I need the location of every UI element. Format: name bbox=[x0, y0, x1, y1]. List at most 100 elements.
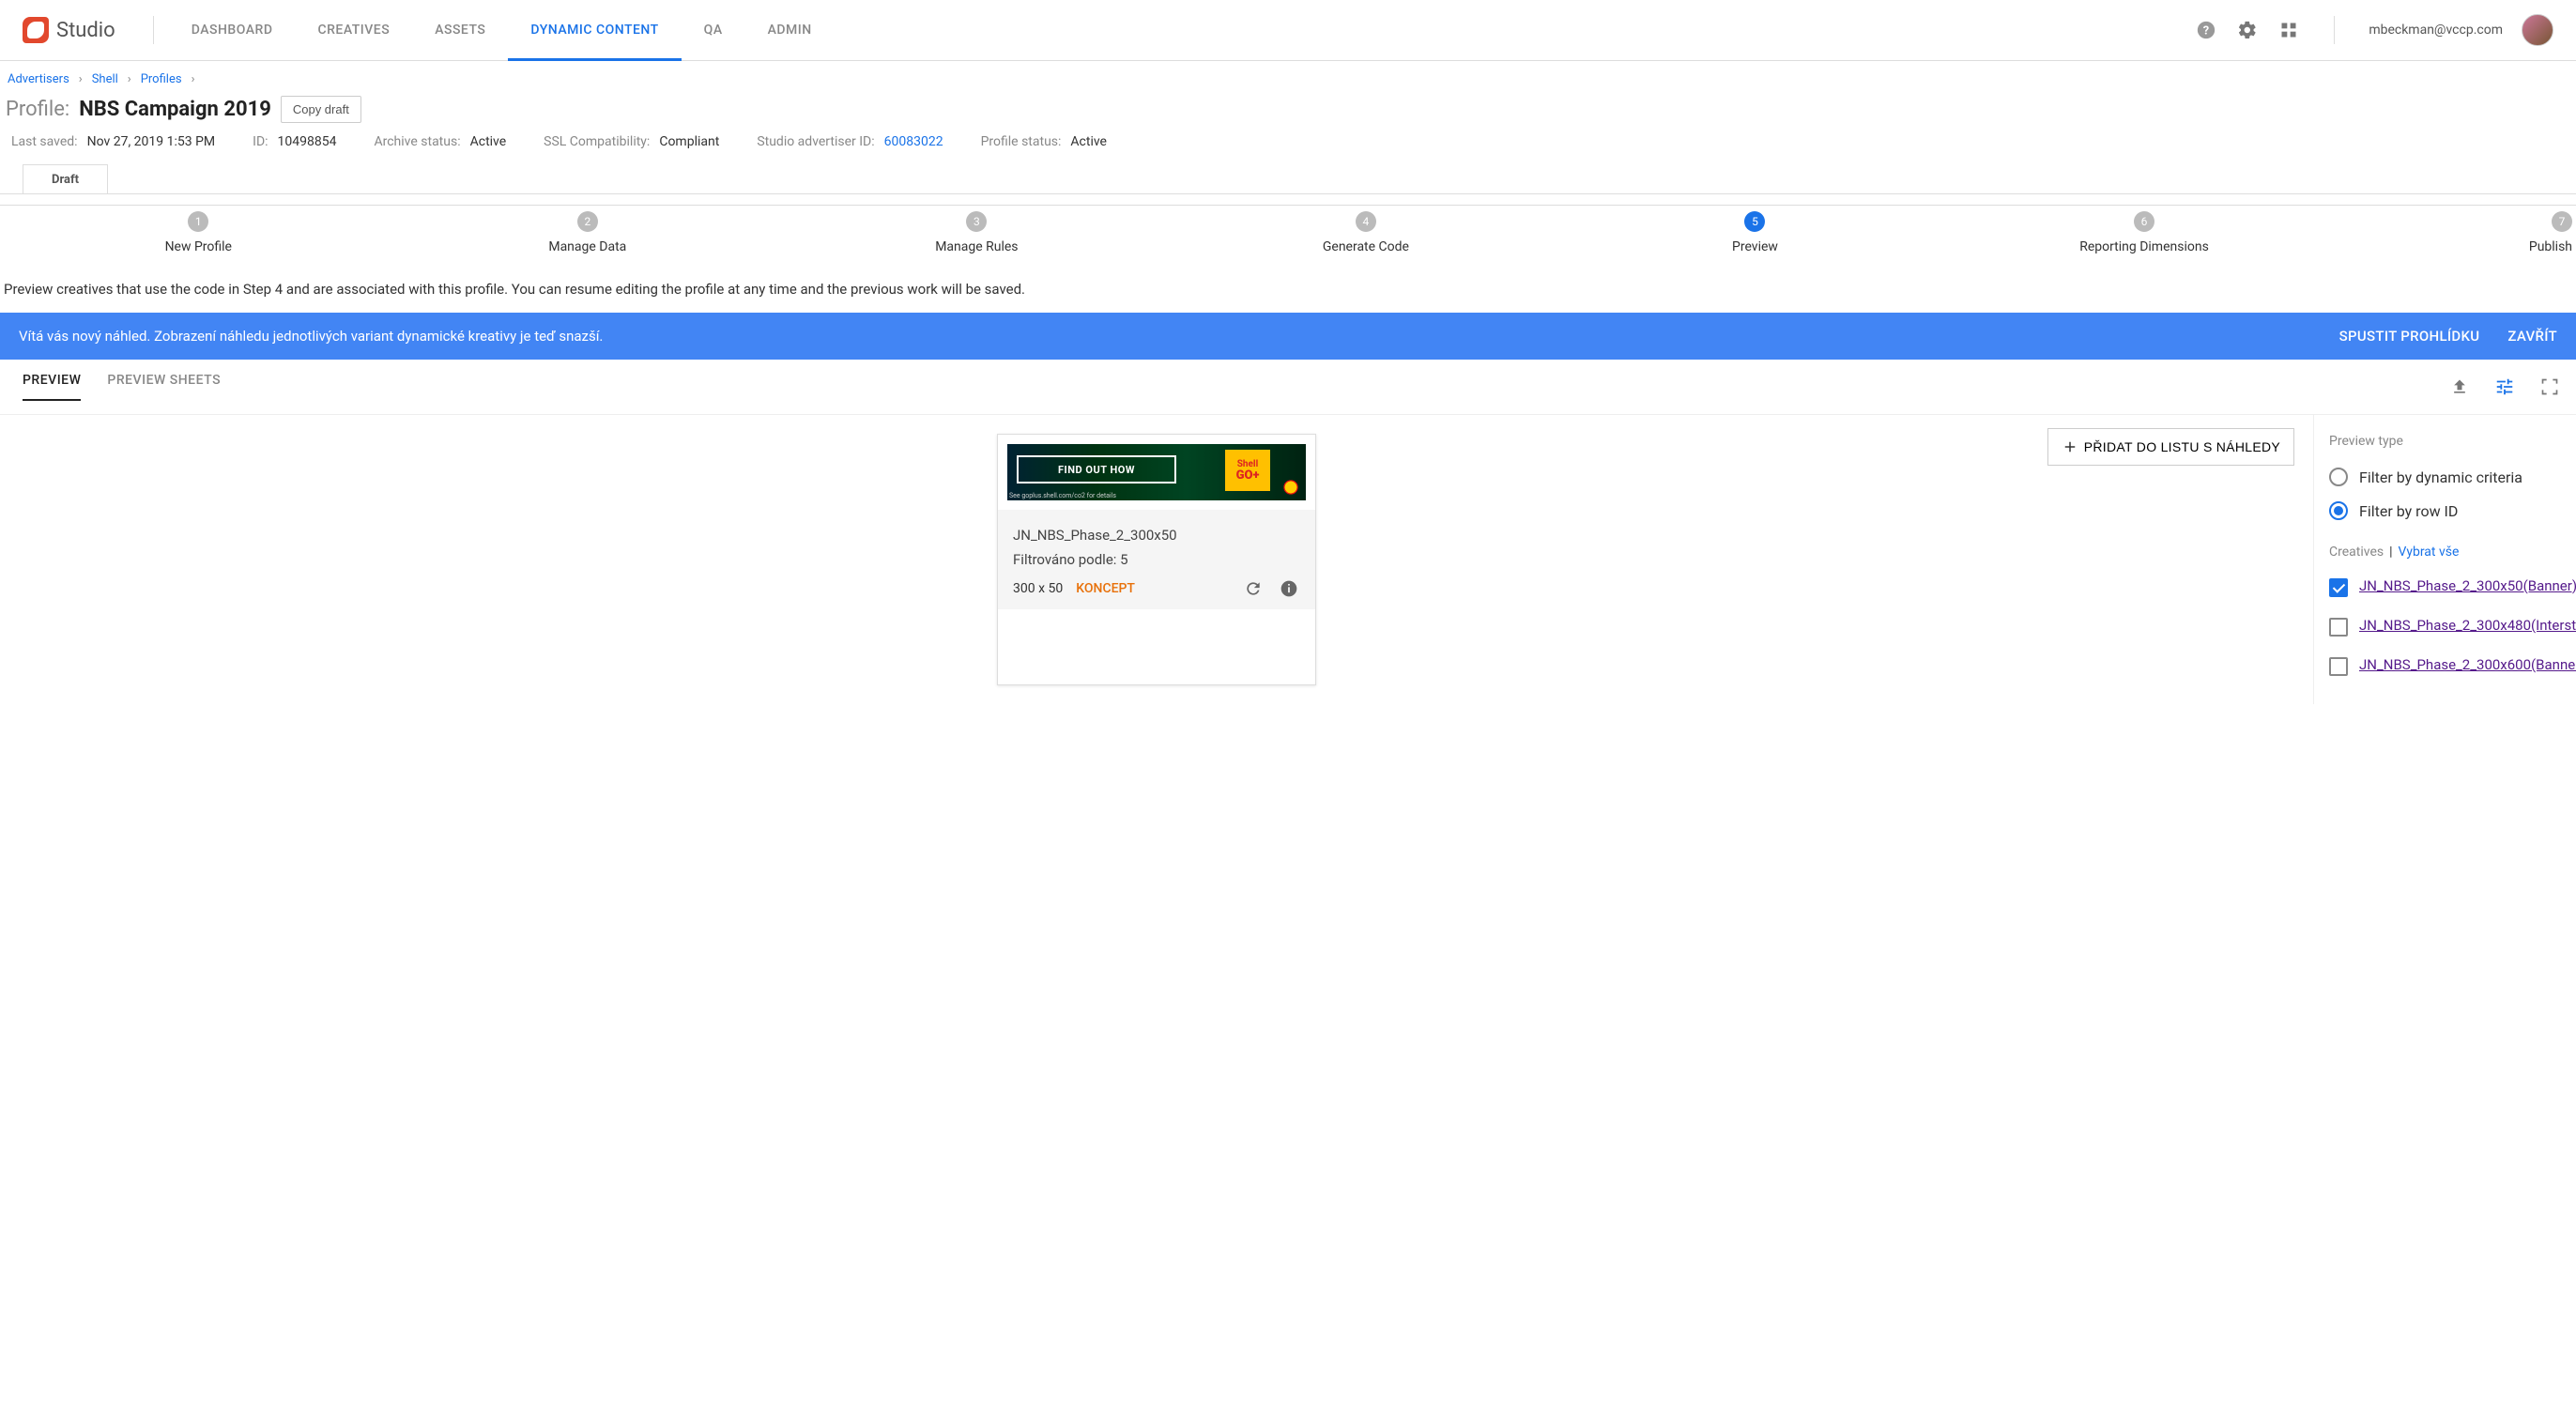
subtab-preview[interactable]: PREVIEW bbox=[23, 373, 81, 401]
profile-label: Profile: bbox=[6, 98, 69, 121]
svg-text:?: ? bbox=[2203, 24, 2209, 38]
preview-type-label: Preview type bbox=[2329, 434, 2565, 449]
checkbox[interactable] bbox=[2329, 618, 2348, 637]
content: PŘIDAT DO LISTU S NÁHLEDY FIND OUT HOW S… bbox=[0, 415, 2576, 704]
advertiser-id-link[interactable]: 60083022 bbox=[884, 134, 943, 149]
add-button-label: PŘIDAT DO LISTU S NÁHLEDY bbox=[2084, 439, 2280, 454]
advertiser-id-label: Studio advertiser ID: bbox=[757, 134, 874, 149]
step-preview[interactable]: 5Preview bbox=[1560, 211, 1950, 254]
tab-creatives[interactable]: CREATIVES bbox=[295, 0, 412, 60]
user-email[interactable]: mbeckman@vccp.com bbox=[2369, 23, 2503, 38]
creative-checkbox-row: JN_NBS_Phase_2_300x480(Interstitial) bbox=[2329, 606, 2565, 646]
last-saved-value: Nov 27, 2019 1:53 PM bbox=[87, 134, 216, 149]
chevron-right-icon: › bbox=[128, 72, 131, 86]
nav-tabs: DASHBOARD CREATIVES ASSETS DYNAMIC CONTE… bbox=[169, 0, 835, 60]
radio-icon bbox=[2329, 501, 2348, 520]
draft-tab[interactable]: Draft bbox=[23, 164, 108, 194]
gear-icon[interactable] bbox=[2236, 19, 2259, 41]
subtabs-row: PREVIEW PREVIEW SHEETS bbox=[0, 360, 2576, 415]
tab-assets[interactable]: ASSETS bbox=[412, 0, 508, 60]
creative-link[interactable]: JN_NBS_Phase_2_300x600(Banner) bbox=[2359, 655, 2576, 675]
creative-cta: FIND OUT HOW bbox=[1017, 455, 1176, 483]
step-reporting[interactable]: 6Reporting Dimensions bbox=[1950, 211, 2339, 254]
radio-filter-dynamic[interactable]: Filter by dynamic criteria bbox=[2329, 460, 2565, 494]
tab-dynamic-content[interactable]: DYNAMIC CONTENT bbox=[508, 0, 681, 60]
chevron-right-icon: › bbox=[192, 72, 195, 86]
nav-right: ? mbeckman@vccp.com bbox=[2195, 14, 2553, 46]
meta-row: Last saved: Nov 27, 2019 1:53 PM ID: 10498… bbox=[4, 123, 2572, 164]
creatives-label: Creatives bbox=[2329, 545, 2384, 560]
brand-name: Studio bbox=[56, 19, 115, 42]
tune-icon[interactable] bbox=[2493, 376, 2516, 398]
checkbox[interactable] bbox=[2329, 657, 2348, 676]
close-banner-button[interactable]: ZAVŘÍT bbox=[2507, 328, 2557, 345]
apps-icon[interactable] bbox=[2277, 19, 2300, 41]
logo[interactable]: Studio bbox=[23, 17, 138, 43]
subtab-preview-sheets[interactable]: PREVIEW SHEETS bbox=[107, 373, 221, 401]
add-to-preview-list-button[interactable]: PŘIDAT DO LISTU S NÁHLEDY bbox=[2047, 428, 2294, 466]
tab-dashboard[interactable]: DASHBOARD bbox=[169, 0, 296, 60]
creative-card-body: JN_NBS_Phase_2_300x50 Filtrováno podle: … bbox=[998, 510, 1315, 609]
creative-checkbox-row: JN_NBS_Phase_2_300x50(Banner) bbox=[2329, 567, 2565, 606]
tab-admin[interactable]: ADMIN bbox=[745, 0, 835, 60]
radio-icon bbox=[2329, 468, 2348, 486]
side-panel: Preview type Filter by dynamic criteria … bbox=[2313, 415, 2576, 704]
creative-link[interactable]: JN_NBS_Phase_2_300x50(Banner) bbox=[2359, 576, 2576, 596]
chevron-right-icon: › bbox=[79, 72, 83, 86]
creative-card: FIND OUT HOW ShellGO+ See goplus.shell.c… bbox=[997, 434, 1316, 685]
fullscreen-icon[interactable] bbox=[2538, 376, 2561, 398]
creative-checkbox-row: JN_NBS_Phase_2_300x600(Banner) bbox=[2329, 646, 2565, 685]
step-manage-data[interactable]: 2Manage Data bbox=[393, 211, 783, 254]
breadcrumb-profiles[interactable]: Profiles bbox=[141, 72, 182, 86]
copy-draft-button[interactable]: Copy draft bbox=[281, 96, 361, 123]
archive-value: Active bbox=[470, 134, 507, 149]
creative-status: KONCEPT bbox=[1076, 581, 1135, 596]
tour-banner: Vítá vás nový náhled. Zobrazení náhledu … bbox=[0, 313, 2576, 360]
title-row: Profile: NBS Campaign 2019 Copy draft bbox=[4, 96, 2572, 123]
info-icon[interactable] bbox=[1278, 577, 1300, 600]
step-new-profile[interactable]: 1New Profile bbox=[4, 211, 393, 254]
breadcrumb-advertisers[interactable]: Advertisers bbox=[8, 72, 69, 86]
last-saved-label: Last saved: bbox=[11, 134, 78, 149]
studio-logo-icon bbox=[23, 17, 49, 43]
breadcrumb: Advertisers › Shell › Profiles › bbox=[4, 69, 2572, 96]
page-header: Advertisers › Shell › Profiles › Profile: N… bbox=[0, 61, 2576, 164]
select-all-link[interactable]: Vybrat vše bbox=[2399, 545, 2460, 560]
step-line bbox=[0, 205, 2576, 206]
ssl-label: SSL Compatibility: bbox=[544, 134, 650, 149]
id-value: 10498854 bbox=[278, 134, 337, 149]
step-publish[interactable]: 7Publish bbox=[2338, 211, 2572, 254]
creative-link[interactable]: JN_NBS_Phase_2_300x480(Interstitial) bbox=[2359, 616, 2576, 636]
radio-filter-rowid[interactable]: Filter by row ID bbox=[2329, 494, 2565, 528]
step-generate-code[interactable]: 4Generate Code bbox=[1172, 211, 1561, 254]
creative-preview-image[interactable]: FIND OUT HOW ShellGO+ See goplus.shell.c… bbox=[1007, 444, 1306, 500]
creative-fineprint: See goplus.shell.com/co2 for details bbox=[1009, 492, 1116, 499]
top-nav: Studio DASHBOARD CREATIVES ASSETS DYNAMI… bbox=[0, 0, 2576, 61]
stepper: 1New Profile 2Manage Data 3Manage Rules … bbox=[0, 194, 2576, 264]
profile-status-label: Profile status: bbox=[981, 134, 1062, 149]
creative-size: 300 x 50 bbox=[1013, 581, 1063, 596]
checkbox[interactable] bbox=[2329, 578, 2348, 597]
creative-filter-line: Filtrováno podle: 5 bbox=[1013, 547, 1300, 572]
step-manage-rules[interactable]: 3Manage Rules bbox=[782, 211, 1172, 254]
preview-area: PŘIDAT DO LISTU S NÁHLEDY FIND OUT HOW S… bbox=[0, 415, 2313, 704]
refresh-icon[interactable] bbox=[1242, 577, 1265, 600]
separator bbox=[2334, 16, 2335, 44]
avatar[interactable] bbox=[2522, 14, 2553, 46]
creative-name: JN_NBS_Phase_2_300x50 bbox=[1013, 523, 1300, 547]
archive-label: Archive status: bbox=[374, 134, 460, 149]
start-tour-button[interactable]: SPUSTIT PROHLÍDKU bbox=[2339, 328, 2480, 345]
banner-message: Vítá vás nový náhled. Zobrazení náhledu … bbox=[19, 328, 2339, 345]
separator bbox=[153, 16, 154, 44]
profile-status-value: Active bbox=[1070, 134, 1107, 149]
shell-go-badge: ShellGO+ bbox=[1225, 450, 1270, 491]
help-icon[interactable]: ? bbox=[2195, 19, 2217, 41]
intro-text: Preview creatives that use the code in S… bbox=[0, 264, 2576, 313]
profile-name: NBS Campaign 2019 bbox=[79, 98, 271, 121]
tab-qa[interactable]: QA bbox=[682, 0, 745, 60]
id-label: ID: bbox=[253, 134, 268, 149]
plus-icon bbox=[2062, 438, 2078, 455]
breadcrumb-shell[interactable]: Shell bbox=[92, 72, 118, 86]
shell-logo-icon bbox=[1281, 476, 1300, 495]
upload-icon[interactable] bbox=[2448, 376, 2471, 398]
